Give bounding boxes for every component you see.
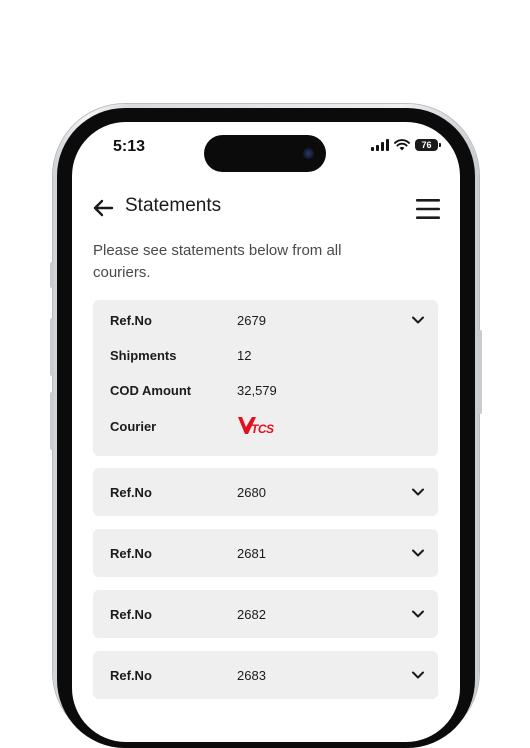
ref-label: Ref.No bbox=[110, 484, 152, 500]
power-button bbox=[478, 330, 482, 414]
wifi-icon bbox=[394, 139, 410, 151]
ref-row: Ref.No 2682 bbox=[110, 604, 266, 624]
volume-down-button bbox=[50, 392, 54, 450]
statement-card[interactable]: Ref.No 2680 bbox=[93, 468, 438, 516]
ref-value: 2679 bbox=[237, 312, 266, 328]
chevron-down-icon[interactable] bbox=[412, 316, 424, 324]
cod-amount-label: COD Amount bbox=[110, 382, 192, 398]
tcs-courier-logo: TCS bbox=[238, 417, 274, 436]
svg-text:TCS: TCS bbox=[251, 422, 274, 436]
arrow-left-icon[interactable] bbox=[92, 199, 114, 217]
intro-text: Please see statements below from all cou… bbox=[93, 242, 342, 281]
mute-switch bbox=[50, 262, 54, 288]
cod-amount-row: COD Amount 32,579 bbox=[110, 380, 277, 400]
statement-card[interactable]: Ref.No 2683 bbox=[93, 651, 438, 699]
shipments-row: Shipments 12 bbox=[110, 345, 251, 365]
cellular-signal-icon bbox=[371, 139, 389, 151]
statement-card-expanded[interactable]: Ref.No 2679 Shipments 12 COD Amount 32,5… bbox=[93, 300, 438, 456]
statement-card[interactable]: Ref.No 2681 bbox=[93, 529, 438, 577]
ref-row: Ref.No 2679 bbox=[110, 310, 266, 330]
ref-value: 2683 bbox=[237, 667, 266, 683]
status-icons: 76 bbox=[371, 139, 441, 151]
ref-label: Ref.No bbox=[110, 606, 152, 622]
ref-value: 2681 bbox=[237, 545, 266, 561]
chevron-down-icon[interactable] bbox=[412, 671, 424, 679]
courier-row: Courier TCS bbox=[110, 416, 287, 436]
volume-up-button bbox=[50, 318, 54, 376]
ref-label: Ref.No bbox=[110, 545, 152, 561]
cod-amount-value: 32,579 bbox=[237, 382, 277, 398]
statement-card[interactable]: Ref.No 2682 bbox=[93, 590, 438, 638]
courier-label: Courier bbox=[110, 418, 157, 434]
ref-value: 2680 bbox=[237, 484, 266, 500]
chevron-down-icon[interactable] bbox=[412, 488, 424, 496]
page-title: Statements bbox=[125, 195, 222, 216]
ref-row: Ref.No 2680 bbox=[110, 482, 266, 502]
shipments-value: 12 bbox=[237, 347, 252, 363]
shipments-label: Shipments bbox=[110, 347, 177, 363]
ref-value: 2682 bbox=[237, 606, 266, 622]
chevron-down-icon[interactable] bbox=[412, 610, 424, 618]
front-camera bbox=[303, 148, 314, 159]
ref-label: Ref.No bbox=[110, 667, 152, 683]
battery-icon: 76 bbox=[415, 139, 441, 151]
ref-label: Ref.No bbox=[110, 312, 152, 328]
ref-row: Ref.No 2683 bbox=[110, 665, 266, 685]
chevron-down-icon[interactable] bbox=[412, 549, 424, 557]
dynamic-island bbox=[204, 135, 326, 172]
ref-row: Ref.No 2681 bbox=[110, 543, 266, 563]
app-screen: 5:13 76 Statements Please see statements… bbox=[72, 122, 460, 742]
status-time: 5:13 bbox=[113, 138, 146, 155]
hamburger-menu-icon[interactable] bbox=[416, 198, 440, 220]
